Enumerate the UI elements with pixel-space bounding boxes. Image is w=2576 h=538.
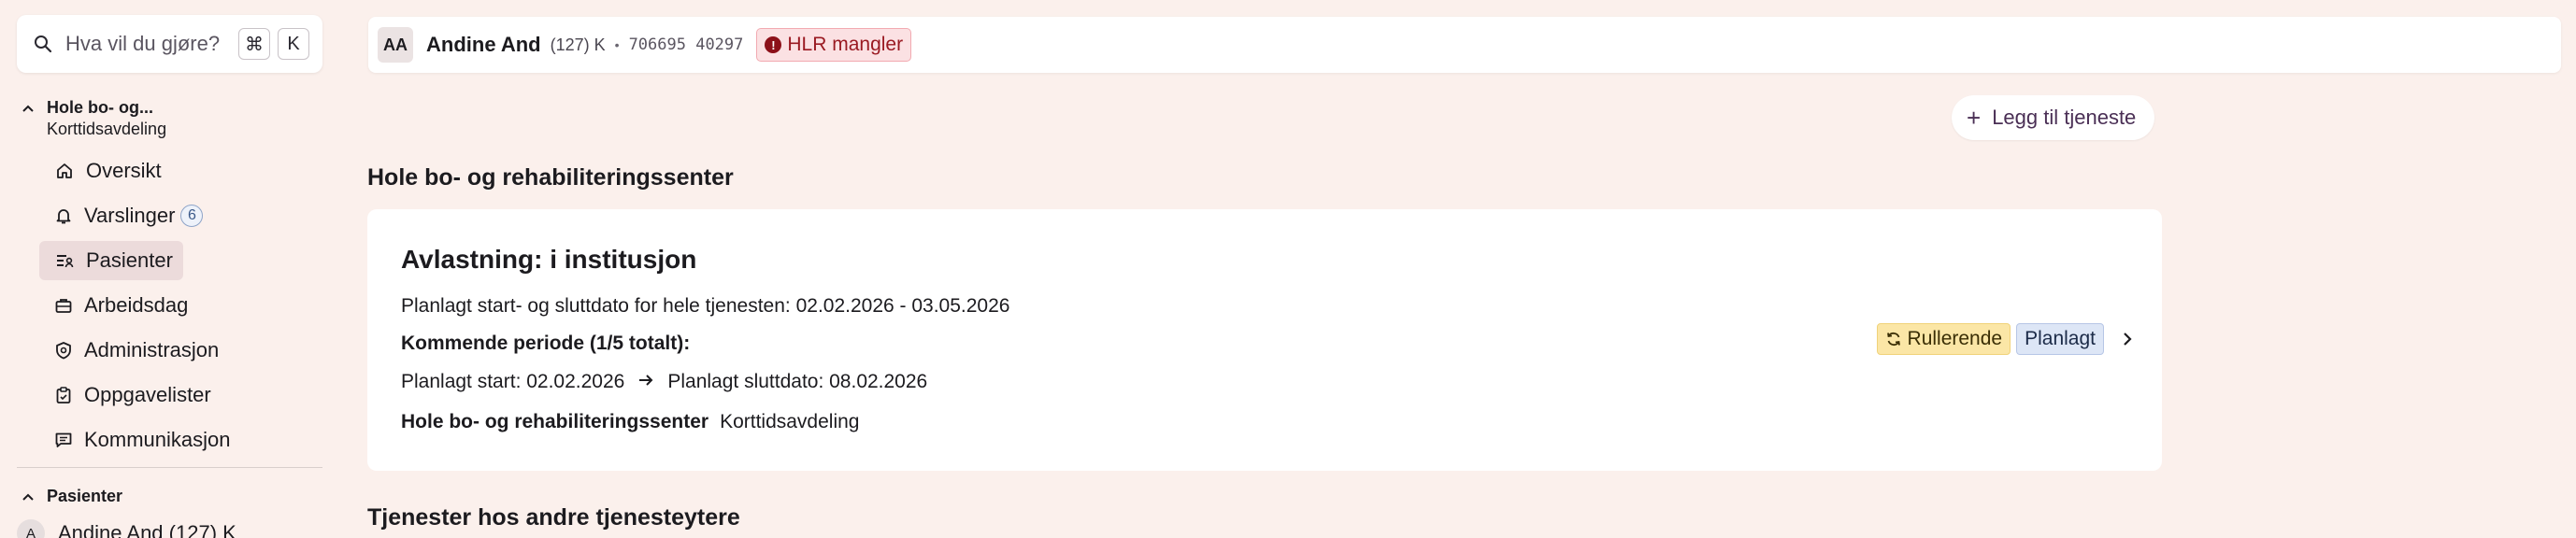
service-location: Hole bo- og rehabiliteringssenter Kortti… <box>401 411 859 433</box>
plus-icon: + <box>1967 104 1982 132</box>
separator-dot: • <box>614 37 620 52</box>
home-icon <box>54 161 75 181</box>
sidebar-patient-item[interactable]: A Andine And (127) K <box>17 519 236 538</box>
planned-start: Planlagt start: 02.02.2026 <box>401 371 625 392</box>
sidebar-item-label: Oversikt <box>86 159 162 182</box>
section-title-other-providers: Tjenester hos andre tjenesteytere <box>367 504 740 531</box>
patients-group-header[interactable]: Pasienter <box>21 486 122 506</box>
exclamation-icon: ! <box>765 36 782 53</box>
search-input[interactable]: Hva vil du gjøre? <box>65 32 231 56</box>
chevron-right-icon[interactable] <box>2119 331 2136 347</box>
planned-range: Planlagt start- og sluttdato for hele tj… <box>401 295 1009 318</box>
sidebar-divider <box>17 467 322 468</box>
upcoming-period: Kommende periode (1/5 totalt): <box>401 333 690 355</box>
shield-gear-icon <box>54 340 73 361</box>
sidebar-patient-name: Andine And (127) K <box>58 521 236 538</box>
bell-icon <box>54 205 73 226</box>
patient-name[interactable]: Andine And <box>426 33 541 57</box>
arrow-right-icon <box>637 370 654 394</box>
sidebar-item-arbeidsdag[interactable]: Arbeidsdag <box>39 286 188 325</box>
shortcut-key-cmd: ⌘ <box>238 28 270 60</box>
message-icon <box>54 430 73 450</box>
planned-status-badge: Planlagt <box>2016 323 2104 355</box>
sidebar-item-kommunikasjon[interactable]: Kommunikasjon <box>39 420 231 460</box>
status-badges: Rullerende Planlagt <box>1876 323 2136 355</box>
clipboard-icon <box>54 385 73 405</box>
rolling-badge: Rullerende <box>1876 323 2011 355</box>
hlr-alert-label: HLR mangler <box>787 34 904 55</box>
patient-list-icon <box>54 250 75 271</box>
upcoming-period-text: Kommende periode (1/5 totalt): <box>401 333 691 354</box>
hlr-alert-badge[interactable]: ! HLR mangler <box>756 28 912 62</box>
unit-group-subtitle: Korttidsavdeling <box>47 120 167 138</box>
search-box[interactable]: Hva vil du gjøre? ⌘ K <box>17 15 322 73</box>
sidebar-item-label: Oppgavelister <box>84 383 211 406</box>
sidebar-item-pasienter[interactable]: Pasienter <box>39 241 183 280</box>
patients-group-title: Pasienter <box>47 487 123 505</box>
notification-count-badge: 6 <box>180 205 204 227</box>
location-name: Hole bo- og rehabiliteringssenter <box>401 411 709 432</box>
chevron-up-icon <box>22 493 34 501</box>
sidebar-item-label: Pasienter <box>86 248 173 272</box>
refresh-icon <box>1886 332 1900 347</box>
patient-id: 706695 40297 <box>628 35 744 54</box>
service-card[interactable]: Avlastning: i institusjon Planlagt start… <box>367 209 2162 471</box>
sidebar-item-varslinger[interactable]: Varslinger 6 <box>39 196 204 235</box>
sidebar-item-label: Kommunikasjon <box>84 428 231 451</box>
avatar: A <box>17 519 45 538</box>
shortcut-key-k: K <box>278 28 309 60</box>
rolling-badge-label: Rullerende <box>1907 328 2003 349</box>
sidebar: Hva vil du gjøre? ⌘ K Hole bo- og... Kor… <box>0 0 336 538</box>
planned-end: Planlagt sluttdato: 08.02.2026 <box>667 371 928 392</box>
add-service-button[interactable]: + Legg til tjeneste <box>1952 95 2155 140</box>
unit-group-header[interactable]: Hole bo- og... Korttidsavdeling <box>21 97 166 140</box>
sidebar-item-label: Varslinger <box>84 204 176 227</box>
search-icon <box>34 33 56 55</box>
section-title-provider: Hole bo- og rehabiliteringssenter <box>367 164 734 191</box>
unit-group-title: Hole bo- og... <box>47 98 153 117</box>
patient-header-bar: AA Andine And (127) K • 706695 40297 ! H… <box>368 17 2561 73</box>
period-dates: Planlagt start: 02.02.2026 Planlagt slut… <box>401 370 927 394</box>
sidebar-item-administrasjon[interactable]: Administrasjon <box>39 331 219 370</box>
service-title: Avlastning: i institusjon <box>401 245 697 274</box>
briefcase-icon <box>54 295 73 316</box>
patient-meta: (127) K <box>550 35 606 54</box>
sidebar-item-label: Administrasjon <box>84 338 220 361</box>
sidebar-item-label: Arbeidsdag <box>84 293 189 317</box>
avatar: AA <box>378 27 413 63</box>
unit-name: Korttidsavdeling <box>720 411 860 432</box>
planned-range-text: Planlagt start- og sluttdato for hele tj… <box>401 295 1010 317</box>
sidebar-item-oppgavelister[interactable]: Oppgavelister <box>39 375 211 415</box>
chevron-up-icon <box>22 105 34 112</box>
sidebar-item-oversikt[interactable]: Oversikt <box>39 151 183 191</box>
add-service-label: Legg til tjeneste <box>1992 106 2137 129</box>
